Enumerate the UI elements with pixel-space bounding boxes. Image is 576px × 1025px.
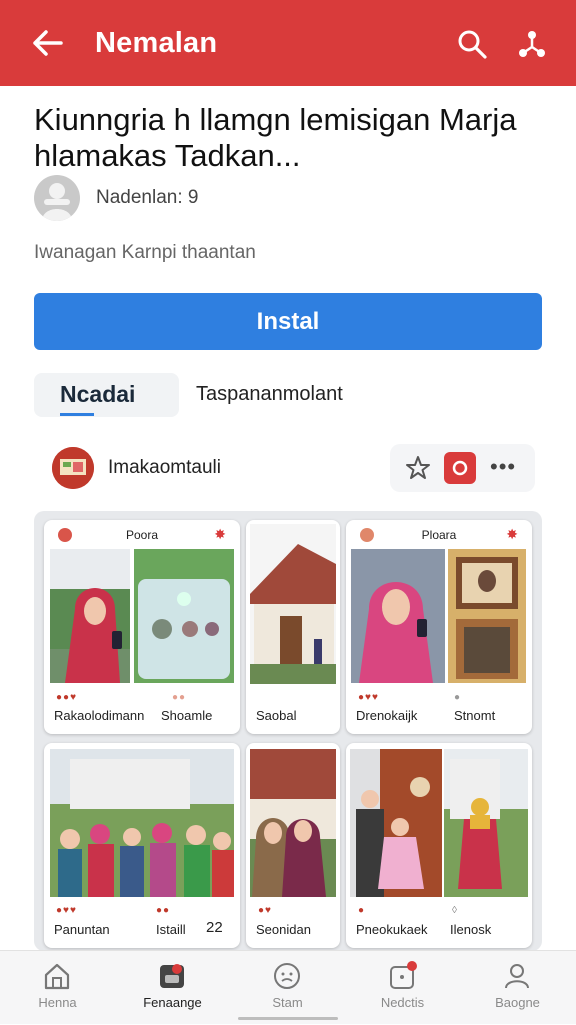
photo-crowd [50, 749, 234, 897]
flower-icon: ✸ [506, 526, 518, 542]
card-caption: Drenokaijk [356, 708, 418, 723]
photo-woman-phone [50, 549, 130, 683]
reaction-icons: ●♥ [258, 905, 272, 916]
photo-screen [134, 549, 234, 683]
profile-icon [505, 964, 529, 989]
avatar [34, 175, 80, 221]
flower-icon: ✸ [214, 526, 226, 542]
search-icon[interactable] [456, 28, 488, 60]
photo-card[interactable]: ●♥ Seonidan [246, 743, 340, 948]
subtitle: Iwanagan Karnpi thaantan [34, 242, 256, 263]
nav-label: Fenaange [143, 995, 202, 1010]
page-title: Nemalan [95, 27, 218, 59]
share-icon[interactable] [516, 28, 548, 60]
nav-item-home[interactable]: Henna [0, 951, 115, 1025]
card-caption: Panuntan [54, 922, 110, 937]
card-caption: Seonidan [256, 922, 311, 937]
install-button[interactable]: Instal [34, 293, 542, 350]
app-bar: Nemalan [0, 0, 576, 86]
photo-card[interactable]: Poora ✸ ●●♥ ●● Rakaolodimann Shoamle [44, 520, 240, 734]
card-caption: Saobal [256, 708, 297, 723]
tab-bar: Ncadai Taspananmolant [34, 373, 554, 417]
nav-item-notifications[interactable]: Nedctis [345, 951, 460, 1025]
reaction-icons: ●♥♥ [56, 905, 77, 916]
star-icon[interactable] [404, 454, 432, 482]
notification-icon [390, 961, 417, 989]
nav-item-stam[interactable]: Stam [230, 951, 345, 1025]
reaction-icons: ●● [156, 905, 171, 916]
back-arrow-icon[interactable] [30, 28, 64, 58]
card-logo-icon [360, 528, 374, 542]
card-count: 22 [206, 919, 223, 936]
bottom-navigation: Henna Fenaange Stam Nedctis Baogne [0, 950, 576, 1024]
nav-item-profile[interactable]: Baogne [460, 951, 575, 1025]
post-header: Imakaomtauli ••• [50, 444, 540, 494]
photo-woman-pink [351, 549, 445, 683]
photo-women-seated [250, 749, 336, 897]
photo-card[interactable]: ● ◊ Pneokukaek Ilenosk [346, 743, 532, 948]
nav-item-feed[interactable]: Fenaange [115, 951, 230, 1025]
post-actions: ••• [390, 444, 535, 492]
card-caption: Pneokukaek [356, 922, 428, 937]
author-row[interactable]: Nadenlan: 9 [34, 175, 198, 221]
tab-ncadai[interactable]: Ncadai [34, 373, 179, 417]
more-icon[interactable]: ••• [490, 454, 516, 480]
article-headline: Kiunngria h llamgn lemisigan Marja hlama… [34, 102, 517, 173]
nav-label: Nedctis [380, 995, 425, 1010]
card-header: Poora [125, 528, 159, 542]
photo-card[interactable]: Saobal [246, 520, 340, 734]
author-name: Nadenlan: 9 [96, 187, 199, 208]
feed-icon [160, 964, 184, 988]
home-indicator [238, 1017, 338, 1020]
photo-house [250, 524, 336, 684]
photo-man-woman [350, 749, 442, 897]
tab-underline [60, 413, 94, 416]
bookmark-button[interactable] [444, 452, 476, 484]
reaction-icons: ●● [172, 692, 187, 703]
card-caption: Stnomt [454, 708, 496, 723]
tab-taspananmolant[interactable]: Taspananmolant [196, 383, 343, 406]
card-caption: Shoamle [161, 708, 213, 723]
photo-yellow-dress [444, 749, 528, 897]
card-caption: Istaill [156, 922, 186, 937]
card-caption: Rakaolodimann [54, 708, 145, 723]
tab-label: Ncadai [60, 381, 136, 407]
photo-portrait-frame [448, 549, 526, 683]
face-icon [274, 963, 300, 989]
reaction-icons: ● [454, 692, 462, 703]
post-author-name: Imakaomtauli [108, 457, 221, 478]
nav-label: Henna [38, 995, 77, 1010]
reaction-icons: ●●♥ [56, 692, 78, 703]
card-logo-icon [58, 528, 72, 542]
nav-label: Stam [272, 995, 303, 1010]
reaction-icons: ◊ [452, 905, 458, 916]
home-icon [44, 963, 70, 990]
photo-card[interactable]: ●♥♥ ●● Panuntan Istaill 22 [44, 743, 240, 948]
reaction-icons: ●♥♥ [358, 692, 379, 703]
reaction-icons: ● [358, 905, 366, 916]
card-caption: Ilenosk [450, 922, 492, 937]
photo-grid: Poora ✸ ●●♥ ●● Rakaolodimann Shoamle Sao… [34, 511, 542, 951]
photo-card[interactable]: Ploara ✸ ●♥♥ ● Drenokaijk Stnomt [346, 520, 532, 734]
post-avatar[interactable] [52, 447, 94, 489]
nav-label: Baogne [495, 995, 540, 1010]
